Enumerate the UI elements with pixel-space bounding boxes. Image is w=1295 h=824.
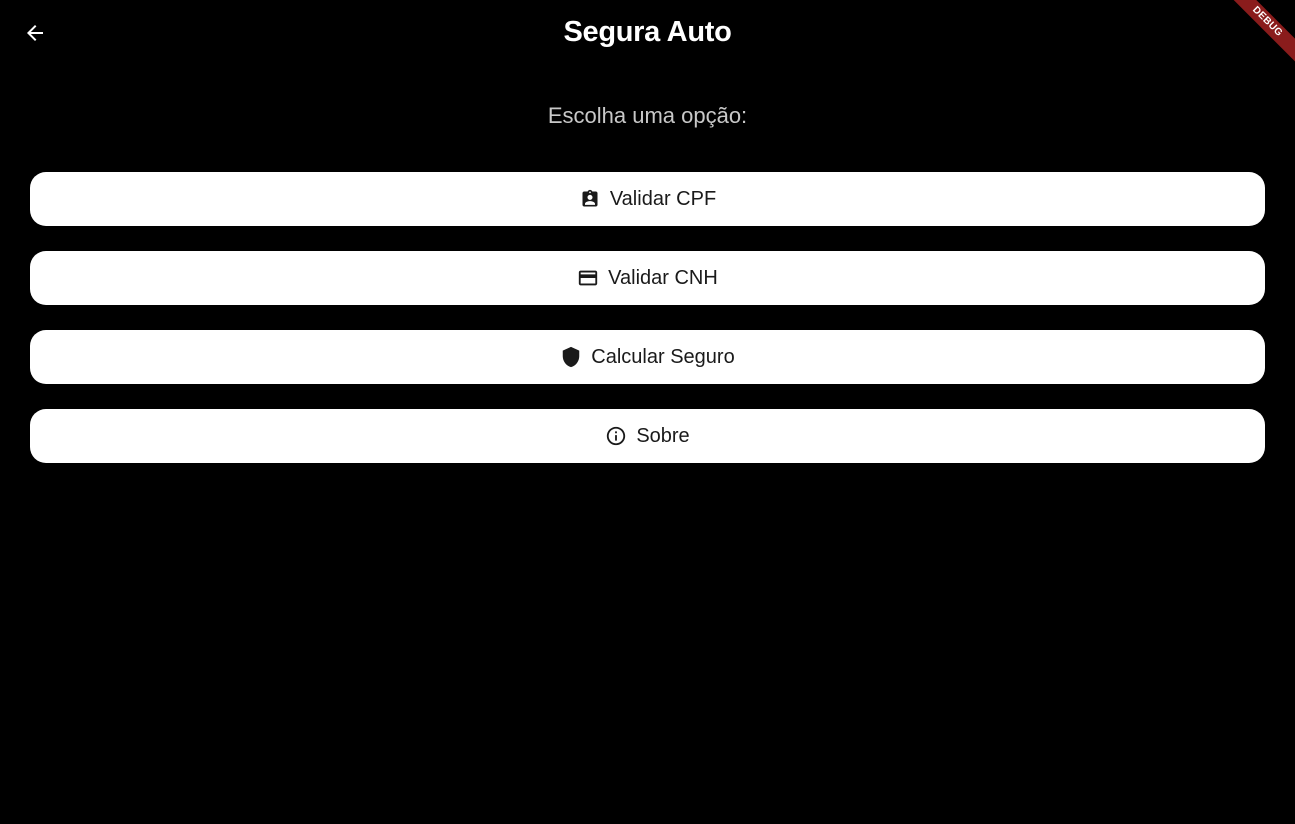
calculate-insurance-button[interactable]: Calcular Seguro (30, 330, 1265, 384)
info-icon (605, 425, 627, 447)
assignment-ind-icon (579, 188, 601, 210)
shield-icon (560, 346, 582, 368)
calculate-insurance-label: Calcular Seguro (591, 345, 735, 368)
options-menu: Validar CPF Validar CNH Calcular Seguro (30, 172, 1265, 488)
page-title: Segura Auto (563, 16, 732, 48)
about-button[interactable]: Sobre (30, 409, 1265, 463)
app-bar: Segura Auto DEBUG (0, 0, 1295, 70)
app-screen: Segura Auto DEBUG Escolha uma opção: Val… (0, 0, 1295, 824)
validate-cpf-button[interactable]: Validar CPF (30, 172, 1265, 226)
options-prompt: Escolha uma opção: (547, 103, 748, 128)
validate-cnh-button[interactable]: Validar CNH (30, 251, 1265, 305)
credit-card-icon (577, 267, 599, 289)
about-label: Sobre (636, 424, 690, 447)
validate-cpf-label: Validar CPF (609, 187, 717, 210)
validate-cnh-label: Validar CNH (608, 266, 718, 289)
